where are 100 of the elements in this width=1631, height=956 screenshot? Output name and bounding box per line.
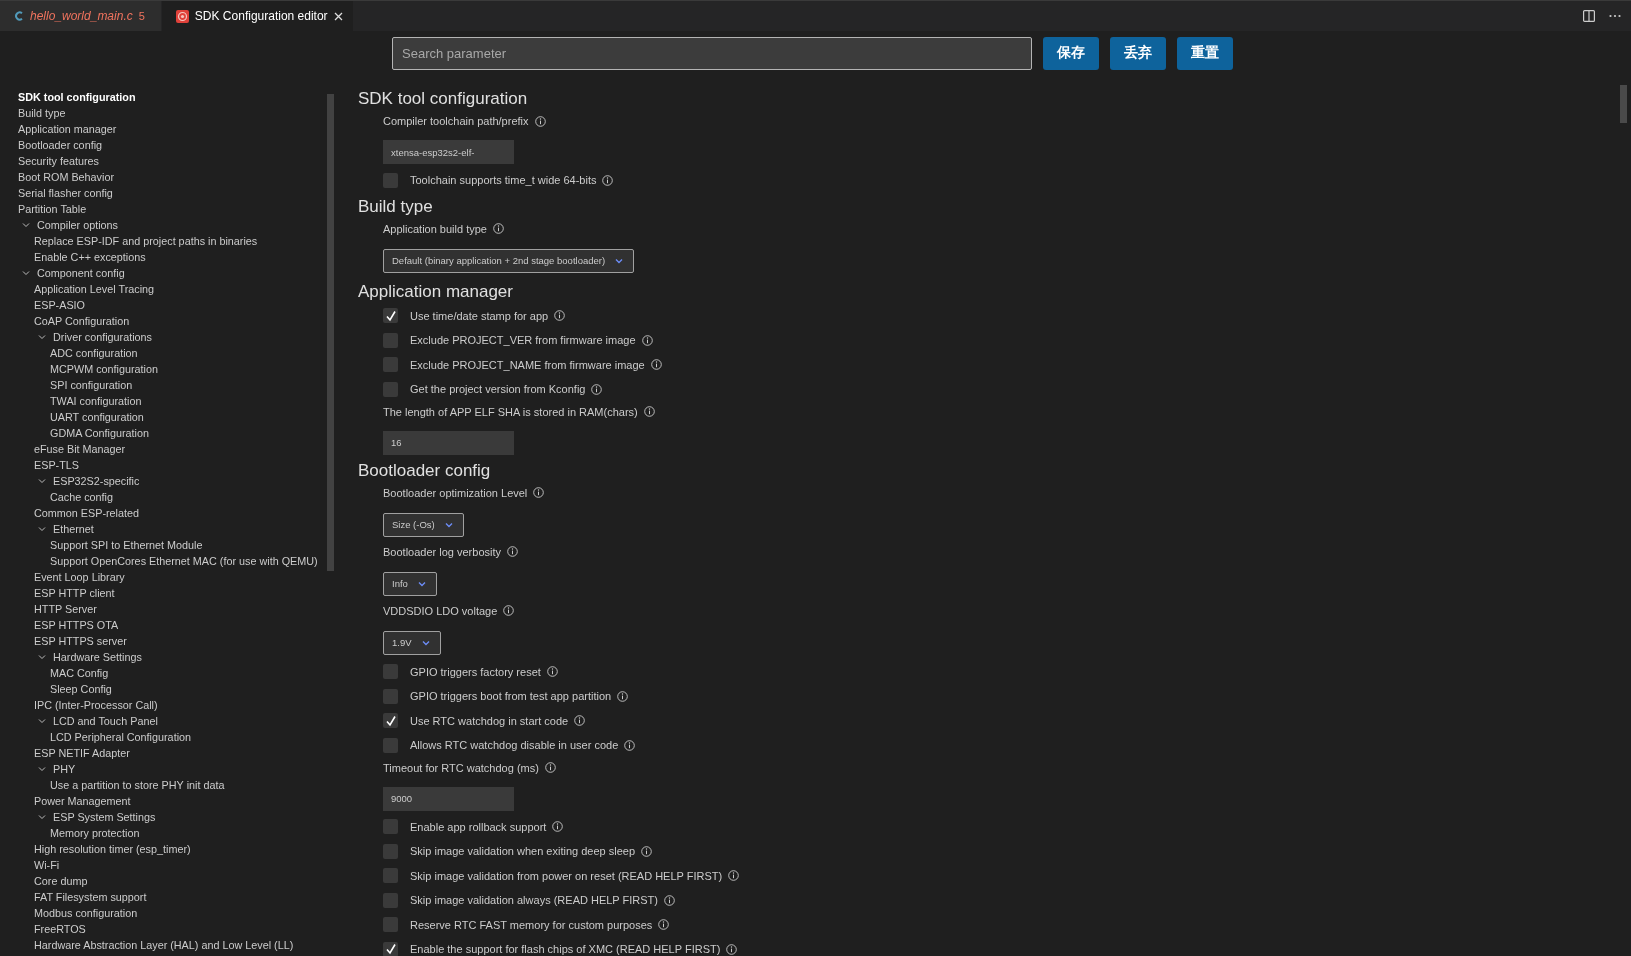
tree-item[interactable]: HTTP Server	[34, 603, 97, 615]
tree-item[interactable]: Hardware Abstraction Layer (HAL) and Low Level (LL)	[34, 939, 294, 951]
tree-item[interactable]: SDK tool configuration	[18, 91, 136, 103]
text-field[interactable]: xtensa-esp32s2-elf-	[383, 140, 514, 164]
action-button[interactable]: 重置	[1177, 36, 1233, 70]
info-icon[interactable]	[728, 870, 740, 882]
dropdown[interactable]: 1.9V	[383, 630, 441, 655]
info-icon[interactable]	[507, 546, 518, 557]
checkbox[interactable]	[383, 892, 398, 908]
info-icon[interactable]	[574, 715, 586, 727]
editor-tab[interactable]: hello_world_main.c 5	[0, 1, 162, 31]
tree-item[interactable]: Support SPI to Ethernet Module	[50, 539, 203, 551]
tree-item[interactable]: ESP HTTP client	[34, 587, 115, 599]
tree-item[interactable]: UART configuration	[50, 411, 144, 423]
tree-item[interactable]: eFuse Bit Manager	[34, 443, 126, 455]
tree-item[interactable]: Sleep Config	[50, 683, 112, 695]
chevron-icon[interactable]	[38, 525, 46, 533]
tree-item[interactable]: Enable C++ exceptions	[34, 251, 146, 263]
tree-item[interactable]: IPC (Inter-Processor Call)	[34, 699, 158, 711]
tree-item[interactable]: MAC Config	[50, 667, 109, 679]
search-field[interactable]: Search parameter	[392, 36, 1032, 70]
tree-item[interactable]: Use a partition to store PHY init data	[50, 779, 225, 791]
tree-item[interactable]: Support OpenCores Ethernet MAC (for use with QEMU)	[50, 555, 318, 567]
info-icon[interactable]	[534, 115, 546, 127]
tree-item[interactable]: Boot ROM Behavior	[18, 171, 114, 183]
tree-item[interactable]: SPI configuration	[50, 379, 133, 391]
tree-item[interactable]: GDMA Configuration	[50, 427, 150, 439]
tree-item[interactable]: MCPWM configuration	[50, 363, 158, 375]
checkbox[interactable]	[383, 868, 398, 884]
info-icon[interactable]	[533, 487, 545, 498]
scrollbar-thumb[interactable]	[327, 94, 334, 571]
checkbox[interactable]	[383, 381, 398, 397]
tree-item[interactable]: Compiler options	[37, 219, 118, 231]
tree-item[interactable]: ESP NETIF Adapter	[34, 747, 130, 759]
tree-item[interactable]: Partition Table	[18, 203, 87, 215]
checkbox[interactable]	[383, 737, 398, 753]
chevron-down-icon[interactable]	[417, 580, 426, 587]
tree-item[interactable]: Hardware Settings	[53, 651, 142, 663]
chevron-icon[interactable]	[38, 333, 46, 341]
info-icon[interactable]	[650, 359, 662, 371]
tree-item[interactable]: Power Management	[34, 795, 131, 807]
tree-item[interactable]: ESP32S2-specific	[53, 475, 140, 487]
scrollbar-thumb[interactable]	[1620, 85, 1627, 123]
tree-item[interactable]: ADC configuration	[50, 347, 138, 359]
dropdown[interactable]: Info	[383, 571, 437, 596]
info-icon[interactable]	[591, 383, 603, 395]
tree-item[interactable]: Wi-Fi	[34, 859, 60, 871]
checkbox[interactable]	[383, 917, 398, 933]
checkbox[interactable]	[383, 843, 398, 859]
info-icon[interactable]	[602, 174, 614, 186]
checkbox[interactable]	[383, 357, 398, 373]
tree-item[interactable]: LCD and Touch Panel	[53, 715, 158, 727]
info-icon[interactable]	[492, 223, 504, 234]
tree-item[interactable]: Build type	[18, 107, 66, 119]
tree-item[interactable]: FreeRTOS	[34, 923, 86, 935]
tree-item[interactable]: Event Loop Library	[34, 571, 125, 583]
tree-item[interactable]: Application Level Tracing	[34, 283, 155, 295]
more-icon[interactable]	[1609, 14, 1621, 18]
tree-item[interactable]: Cache config	[50, 491, 114, 503]
tree-item[interactable]: FAT Filesystem support	[34, 891, 147, 903]
info-icon[interactable]	[552, 821, 564, 833]
checkbox[interactable]	[383, 688, 398, 704]
checkbox[interactable]	[383, 332, 398, 348]
info-icon[interactable]	[726, 943, 738, 955]
action-button[interactable]: 保存	[1043, 36, 1099, 70]
info-icon[interactable]	[617, 690, 629, 702]
tree-item[interactable]: Serial flasher config	[18, 187, 113, 199]
tree-item[interactable]: ESP-ASIO	[34, 299, 85, 311]
checkbox[interactable]	[383, 819, 398, 835]
info-icon[interactable]	[544, 762, 556, 773]
info-icon[interactable]	[624, 739, 636, 751]
tree-item[interactable]: Ethernet	[53, 523, 94, 535]
tree-item[interactable]: PHY	[53, 763, 76, 775]
tree-item[interactable]: High resolution timer (esp_timer)	[34, 843, 191, 855]
checkbox[interactable]	[383, 713, 398, 729]
chevron-icon[interactable]	[38, 813, 46, 821]
tree-item[interactable]: CoAP Configuration	[34, 315, 130, 327]
checkbox[interactable]	[383, 664, 398, 680]
text-field[interactable]: 16	[383, 430, 514, 455]
tree-item[interactable]: Security features	[18, 155, 99, 167]
info-icon[interactable]	[641, 845, 653, 857]
chevron-icon[interactable]	[38, 717, 46, 725]
chevron-down-icon[interactable]	[615, 257, 624, 264]
tree-item[interactable]: Modbus configuration	[34, 907, 138, 919]
info-icon[interactable]	[503, 605, 515, 616]
info-icon[interactable]	[664, 894, 675, 906]
tree-item[interactable]: ESP HTTPS server	[34, 635, 127, 647]
checkbox[interactable]	[383, 941, 398, 956]
tree-item[interactable]: Memory protection	[50, 827, 140, 839]
chevron-icon[interactable]	[22, 221, 30, 229]
dropdown[interactable]: Size (-Os)	[383, 512, 464, 537]
chevron-icon[interactable]	[38, 765, 46, 773]
tree-item[interactable]: Driver configurations	[53, 331, 152, 343]
tree-item[interactable]: ESP HTTPS OTA	[34, 619, 119, 631]
tree-item[interactable]: Common ESP-related	[34, 507, 139, 519]
tree-item[interactable]: Core dump	[34, 875, 88, 887]
info-icon[interactable]	[546, 666, 558, 678]
tree-item[interactable]: Component config	[37, 267, 125, 279]
text-field[interactable]: 9000	[383, 786, 514, 811]
close-icon[interactable]	[333, 11, 343, 21]
